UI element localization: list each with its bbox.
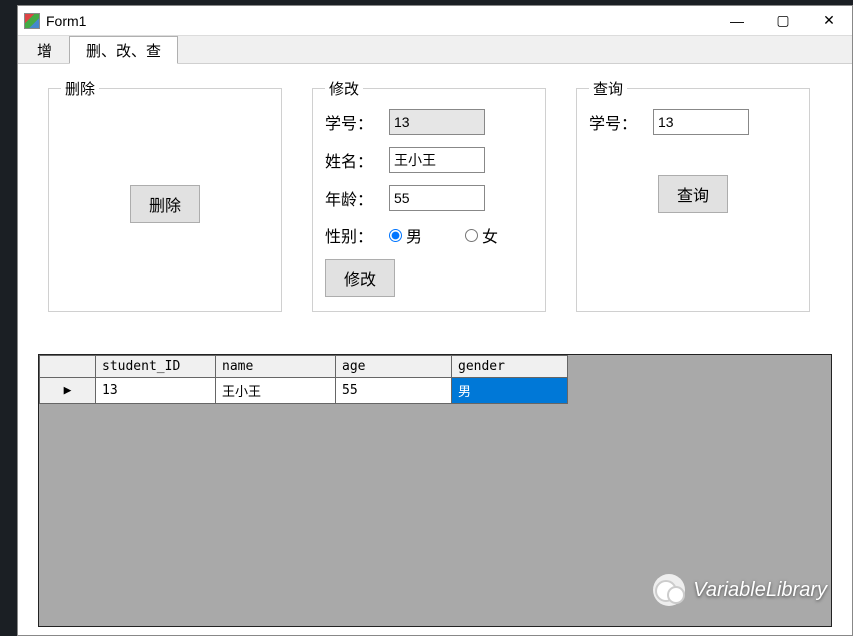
radio-male-label: 男	[406, 229, 422, 246]
group-query-title: 查询	[589, 78, 627, 99]
group-delete-title: 删除	[61, 78, 99, 99]
group-delete: 删除 删除	[48, 78, 282, 312]
minimize-button[interactable]: —	[714, 6, 760, 36]
query-button[interactable]: 查询	[658, 175, 728, 213]
tab-add[interactable]: 增	[20, 36, 69, 63]
radio-female-input[interactable]	[465, 229, 478, 242]
wechat-icon	[653, 574, 685, 606]
titlebar[interactable]: Form1 — ▢ ✕	[18, 6, 852, 36]
cell-age[interactable]: 55	[336, 378, 452, 404]
cell-name[interactable]: 王小王	[216, 378, 336, 404]
modify-button[interactable]: 修改	[325, 259, 395, 297]
col-student-id[interactable]: student_ID	[96, 356, 216, 378]
cell-gender[interactable]: 男	[452, 378, 568, 404]
radio-male-input[interactable]	[389, 229, 402, 242]
window-title: Form1	[46, 13, 714, 29]
tab-edit[interactable]: 删、改、查	[69, 36, 178, 64]
label-id: 学号：	[325, 110, 389, 134]
close-button[interactable]: ✕	[806, 6, 852, 36]
table-row[interactable]: ▶ 13 王小王 55 男	[40, 378, 568, 404]
tab-content: 删除 删除 修改 学号： 姓名： 年龄： 性别：	[18, 64, 852, 635]
watermark-text: VariableLibrary	[693, 579, 827, 602]
cell-student-id[interactable]: 13	[96, 378, 216, 404]
radio-female[interactable]: 女	[465, 223, 529, 247]
label-name: 姓名：	[325, 148, 389, 172]
form-window: Form1 — ▢ ✕ 增 删、改、查 删除 删除 修改 学号： 姓名：	[17, 5, 853, 636]
label-query-id: 学号：	[589, 110, 653, 134]
row-header[interactable]: ▶	[40, 378, 96, 404]
input-age[interactable]	[389, 185, 485, 211]
delete-button[interactable]: 删除	[130, 185, 200, 223]
maximize-button[interactable]: ▢	[760, 6, 806, 36]
radio-female-label: 女	[482, 229, 498, 246]
col-gender[interactable]: gender	[452, 356, 568, 378]
group-modify: 修改 学号： 姓名： 年龄： 性别： 男 女	[312, 78, 546, 312]
group-modify-title: 修改	[325, 78, 363, 99]
tabstrip: 增 删、改、查	[18, 36, 852, 64]
col-name[interactable]: name	[216, 356, 336, 378]
app-icon	[24, 13, 40, 29]
col-age[interactable]: age	[336, 356, 452, 378]
watermark: VariableLibrary	[653, 574, 827, 606]
input-id[interactable]	[389, 109, 485, 135]
label-age: 年龄：	[325, 186, 389, 210]
radio-male[interactable]: 男	[389, 223, 453, 247]
label-gender: 性别：	[325, 223, 389, 247]
group-query: 查询 学号： 查询	[576, 78, 810, 312]
input-query-id[interactable]	[653, 109, 749, 135]
grid-corner[interactable]	[40, 356, 96, 378]
input-name[interactable]	[389, 147, 485, 173]
